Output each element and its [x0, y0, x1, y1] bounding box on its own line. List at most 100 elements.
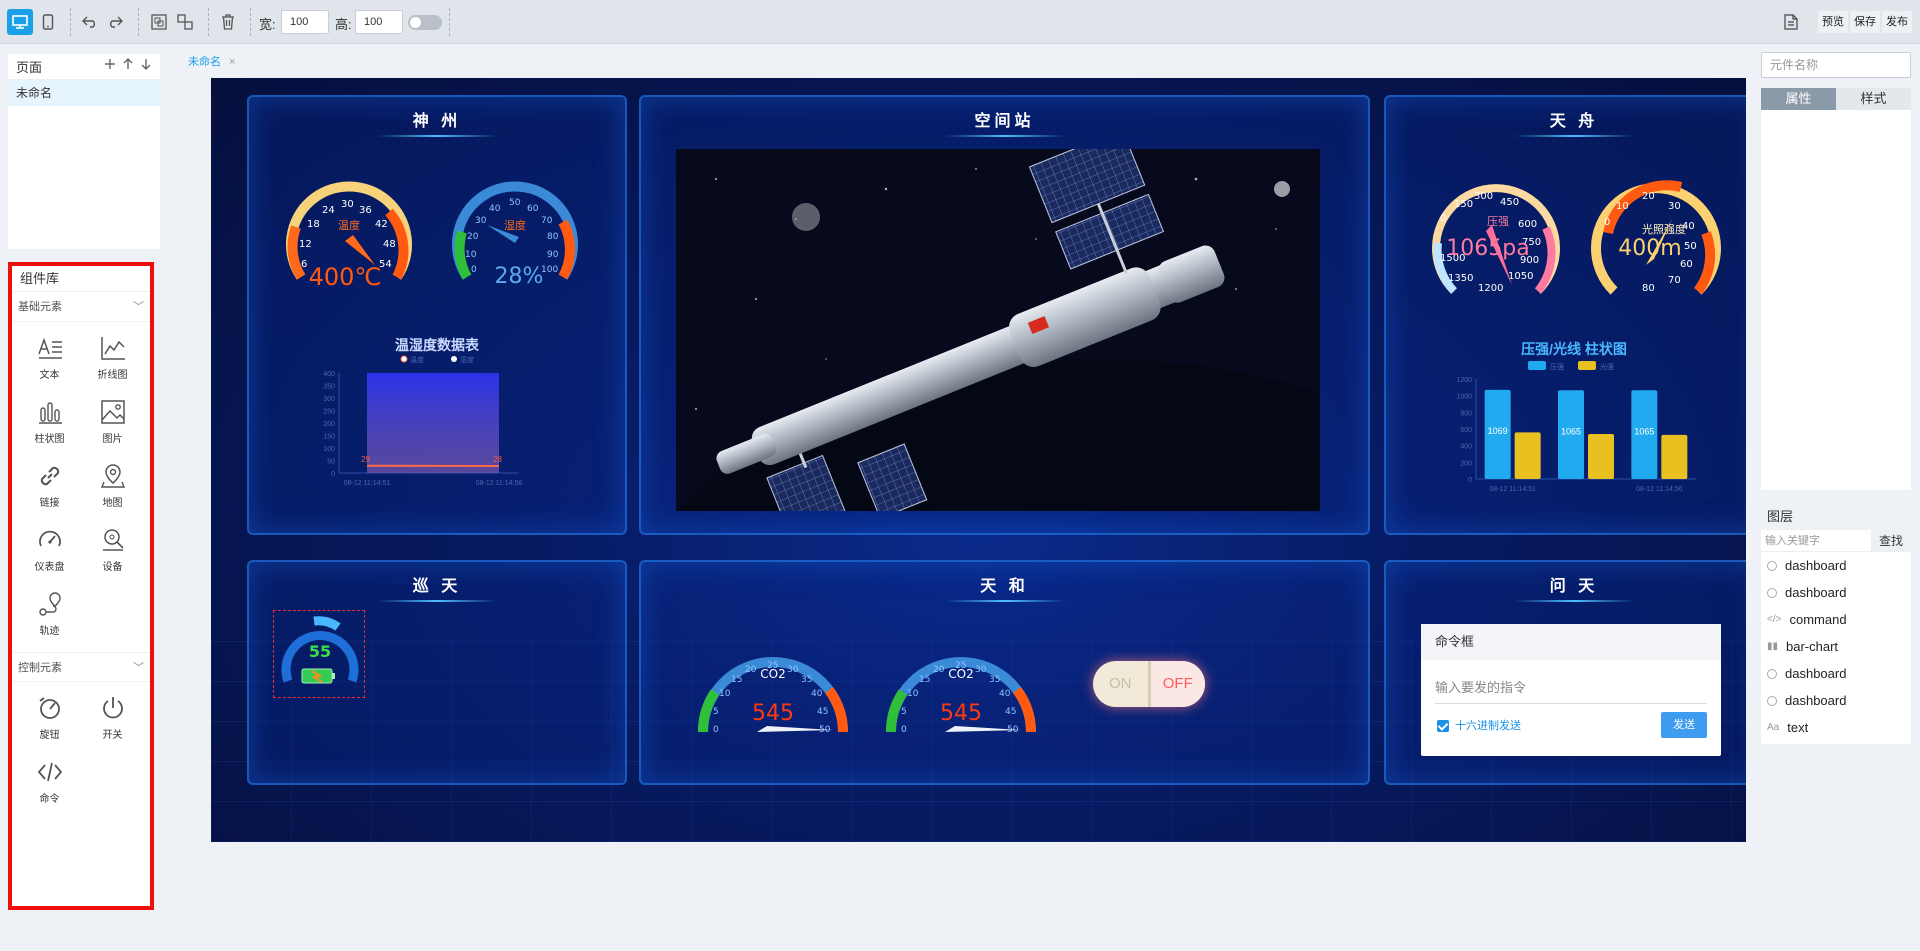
- light-bar: [1514, 432, 1541, 479]
- layer-item[interactable]: dashboard: [1761, 552, 1911, 579]
- layer-search-button[interactable]: 查找: [1871, 530, 1911, 551]
- on-off-switch[interactable]: ON OFF: [1093, 661, 1205, 707]
- layer-item-label: dashboard: [1785, 585, 1847, 600]
- hex-send-checkbox[interactable]: [1437, 720, 1449, 732]
- add-page-icon[interactable]: [104, 58, 116, 70]
- layer-item[interactable]: dashboard: [1761, 579, 1911, 606]
- component-gauge[interactable]: 仪表盘: [18, 522, 81, 576]
- component-knob[interactable]: 旋钮: [18, 690, 81, 744]
- document-icon[interactable]: [1784, 14, 1798, 30]
- chevron-down-icon: ﹀: [133, 301, 144, 313]
- height-input[interactable]: 100: [355, 10, 403, 34]
- co2-gauge-2[interactable]: 0 5 10 15 20 25 30 35 40 45 50 CO2 545: [885, 640, 1037, 740]
- component-image[interactable]: 图片: [81, 394, 144, 448]
- trash-icon: [222, 14, 234, 30]
- move-up-icon[interactable]: [122, 58, 134, 70]
- phone-icon: [42, 14, 54, 30]
- control-elements-section[interactable]: 控制元素 ﹀: [12, 652, 150, 682]
- temp-tick: 6: [301, 259, 307, 270]
- component-switch[interactable]: 开关: [81, 690, 144, 744]
- code-icon: [37, 762, 62, 781]
- temperature-gauge[interactable]: 6 12 18 24 30 36 42 48 54 温度 400℃: [279, 177, 419, 297]
- temp-humid-chart-title: 温湿度数据表: [395, 337, 479, 353]
- panel-tianzhou-title: 天 舟: [1386, 107, 1746, 137]
- humid-tick: 50: [509, 198, 521, 208]
- temp-gauge-value: 400℃: [309, 263, 382, 291]
- legend-marker: [1578, 361, 1596, 370]
- device-icon: [102, 528, 124, 551]
- humidity-gauge[interactable]: 0 10 20 30 40 50 60 70 80 90 100 湿度 28%: [445, 177, 585, 297]
- preview-button[interactable]: 预览: [1818, 11, 1848, 33]
- data-label: 29: [361, 455, 370, 464]
- basic-elements-section[interactable]: 基础元素 ﹀: [12, 292, 150, 322]
- light-gauge[interactable]: 0 10 20 30 40 50 60 70 80 光照强度 400m: [1586, 173, 1726, 313]
- component-device[interactable]: 设备: [81, 522, 144, 576]
- close-icon[interactable]: ×: [229, 56, 235, 68]
- undo-button[interactable]: [77, 9, 103, 35]
- y-tick-label: 100: [323, 446, 335, 453]
- layer-item-label: bar-chart: [1786, 639, 1839, 654]
- panel-wentian-title: 问 天: [1386, 572, 1746, 602]
- send-button[interactable]: 发送: [1661, 712, 1707, 738]
- co2-tick: 30: [975, 665, 987, 675]
- save-button[interactable]: 保存: [1850, 11, 1880, 33]
- component-link-label: 链接: [39, 497, 60, 509]
- layer-item[interactable]: dashboard: [1761, 687, 1911, 714]
- layer-search-input[interactable]: 输入关键字: [1761, 530, 1871, 551]
- layer-item[interactable]: Aa text: [1761, 714, 1911, 741]
- temp-humid-area-chart[interactable]: 0 50 100 150 200 250 300 350 400 29 28 08-12 11:14:…: [309, 353, 559, 493]
- gauge-icon: [1767, 587, 1777, 598]
- component-command[interactable]: 命令: [18, 754, 81, 808]
- component-bar-chart[interactable]: 柱状图: [18, 394, 81, 448]
- element-name-input[interactable]: 元件名称: [1761, 52, 1911, 78]
- ring-progress-widget[interactable]: 55: [273, 610, 365, 698]
- tab-properties[interactable]: 属性: [1761, 88, 1836, 110]
- component-library-title: 组件库: [12, 266, 150, 292]
- link-icon: [40, 466, 59, 485]
- layer-item[interactable]: dashboard: [1761, 660, 1911, 687]
- component-text[interactable]: 文本: [18, 330, 81, 384]
- panel-tianhe[interactable]: 天 和 0 5 10 15 20 25 30 35 40 45 50 CO2 5…: [639, 560, 1370, 785]
- command-input[interactable]: 输入要发的指令: [1435, 674, 1707, 704]
- humid-tick: 80: [547, 232, 559, 242]
- component-route[interactable]: 轨迹: [18, 586, 81, 640]
- panel-shenzhou[interactable]: 神 州 6 12 18 24 30 36 42 48 54 温度 400℃ 0 …: [247, 95, 627, 535]
- panel-xuntian[interactable]: 巡 天 55: [247, 560, 627, 785]
- co2-tick: 15: [919, 675, 930, 685]
- component-link[interactable]: 链接: [18, 458, 81, 512]
- tab-untitled[interactable]: 未命名 ×: [170, 48, 254, 76]
- tab-style[interactable]: 样式: [1836, 88, 1911, 110]
- pressure-gauge[interactable]: 0 150 300 450 600 750 900 1050 1200 1350…: [1426, 173, 1566, 313]
- snap-toggle[interactable]: [408, 15, 442, 30]
- group-button[interactable]: [146, 9, 172, 35]
- switch-off-label: OFF: [1150, 661, 1205, 707]
- co2-tick: 5: [901, 707, 907, 717]
- component-switch-label: 开关: [102, 729, 123, 741]
- image-icon: [100, 399, 125, 424]
- layer-item[interactable]: </> command: [1761, 606, 1911, 633]
- panel-tianzhou[interactable]: 天 舟 0 150 300 450 600 750 900 1050 1200 …: [1384, 95, 1746, 535]
- component-line-chart[interactable]: 折线图: [81, 330, 144, 384]
- group-icon: [151, 14, 167, 30]
- page-item[interactable]: 未命名: [8, 80, 160, 106]
- layer-item[interactable]: ▮▮ bar-chart: [1761, 633, 1911, 660]
- pressure-tick: 0: [1440, 213, 1446, 224]
- redo-button[interactable]: [102, 9, 128, 35]
- pressure-light-bar-chart[interactable]: 0 200 400 600 800 1000 1200 1069 08-12 11:14:51 1…: [1446, 359, 1706, 499]
- panel-space-station[interactable]: 空间站: [639, 95, 1370, 535]
- temp-gauge-label: 温度: [338, 218, 360, 232]
- desktop-view-button[interactable]: [7, 9, 33, 35]
- width-input[interactable]: 100: [281, 10, 329, 34]
- ungroup-button[interactable]: [172, 9, 198, 35]
- co2-gauge-1[interactable]: 0 5 10 15 20 25 30 35 40 45 50 CO2 545: [697, 640, 849, 740]
- humid-gauge-value: 28%: [495, 264, 544, 289]
- hex-send-label: 十六进制发送: [1455, 720, 1521, 732]
- move-down-icon[interactable]: [140, 58, 152, 70]
- monitor-icon: [12, 15, 28, 29]
- mobile-view-button[interactable]: [35, 9, 61, 35]
- publish-button[interactable]: 发布: [1882, 11, 1912, 33]
- delete-button[interactable]: [215, 9, 241, 35]
- control-elements-label: 控制元素: [18, 662, 62, 674]
- legend-marker: [400, 355, 408, 363]
- component-map[interactable]: 地图: [81, 458, 144, 512]
